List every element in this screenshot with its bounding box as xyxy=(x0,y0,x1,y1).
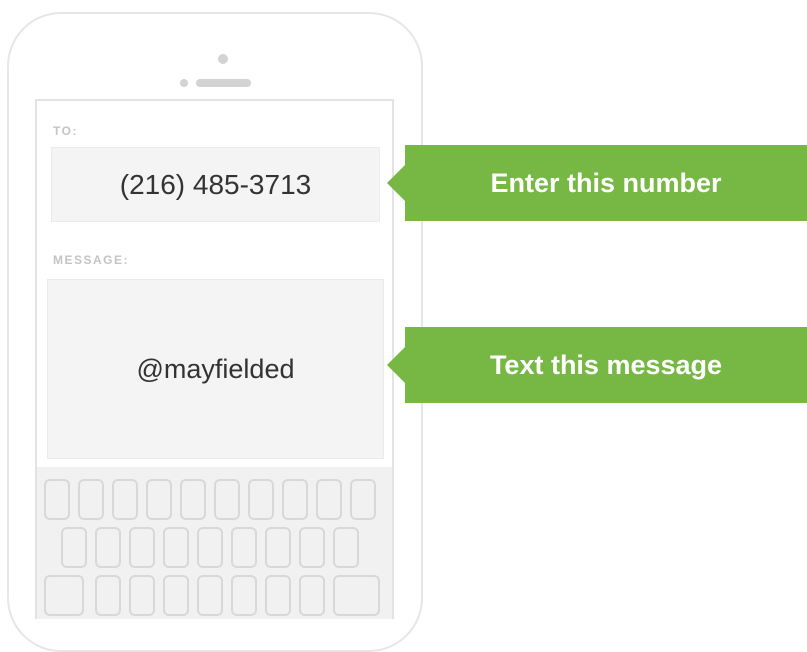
to-number-field[interactable]: (216) 485-3713 xyxy=(51,147,380,222)
keyboard xyxy=(37,467,392,619)
keyboard-key[interactable] xyxy=(95,575,121,616)
keyboard-key[interactable] xyxy=(78,479,104,520)
enter-number-callout: Enter this number xyxy=(387,145,807,221)
text-message-callout-text: Text this message xyxy=(489,349,723,380)
enter-number-callout-text: Enter this number xyxy=(490,167,722,198)
message-label: MESSAGE: xyxy=(53,253,130,267)
keyboard-key[interactable] xyxy=(197,527,223,568)
speaker-icon xyxy=(196,79,251,87)
keyboard-key[interactable] xyxy=(61,527,87,568)
keyboard-key[interactable] xyxy=(146,479,172,520)
keyboard-key[interactable] xyxy=(350,479,376,520)
keyboard-key[interactable] xyxy=(163,527,189,568)
keyboard-key[interactable] xyxy=(180,479,206,520)
keyboard-key[interactable] xyxy=(248,479,274,520)
keyboard-key[interactable] xyxy=(129,575,155,616)
keyboard-key[interactable] xyxy=(316,479,342,520)
message-field[interactable]: @mayfielded xyxy=(47,279,384,459)
to-label: TO: xyxy=(53,124,78,138)
keyboard-key[interactable] xyxy=(44,479,70,520)
keyboard-key[interactable] xyxy=(265,575,291,616)
camera-icon xyxy=(218,54,228,64)
keyboard-key[interactable] xyxy=(112,479,138,520)
backspace-key[interactable] xyxy=(333,575,380,616)
keyboard-key[interactable] xyxy=(95,527,121,568)
text-message-callout: Text this message xyxy=(387,327,807,403)
keyboard-key[interactable] xyxy=(282,479,308,520)
keyboard-key[interactable] xyxy=(265,527,291,568)
keyboard-key[interactable] xyxy=(163,575,189,616)
keyboard-key[interactable] xyxy=(333,527,359,568)
keyboard-key[interactable] xyxy=(197,575,223,616)
keyboard-key[interactable] xyxy=(299,575,325,616)
keyboard-key[interactable] xyxy=(214,479,240,520)
shift-key[interactable] xyxy=(44,575,84,616)
phone-screen: TO: (216) 485-3713 MESSAGE: @mayfielded xyxy=(35,99,394,619)
keyboard-key[interactable] xyxy=(299,527,325,568)
sensor-icon xyxy=(180,79,188,87)
keyboard-key[interactable] xyxy=(231,527,257,568)
keyboard-key[interactable] xyxy=(231,575,257,616)
keyboard-key[interactable] xyxy=(129,527,155,568)
